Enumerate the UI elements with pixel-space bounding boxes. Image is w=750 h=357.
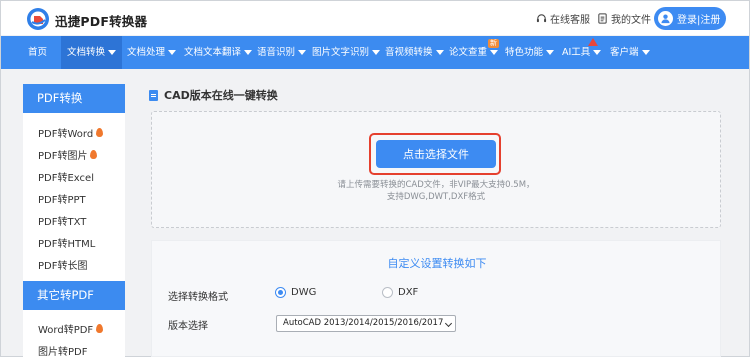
sidebar-item-word-to-pdf[interactable]: Word转PDF xyxy=(38,321,104,336)
version-select-value: AutoCAD 2013/2014/2015/2016/2017 xyxy=(283,318,444,328)
nav-av-convert-label: 音视频转换 xyxy=(385,47,433,58)
customer-service-label: 在线客服 xyxy=(550,15,590,26)
settings-title: 自定义设置转换如下 xyxy=(387,257,487,270)
file-icon xyxy=(598,13,607,24)
sidebar-item-pdf-to-excel[interactable]: PDF转Excel xyxy=(38,169,94,184)
format-option-label: DWG xyxy=(291,287,317,298)
upload-hint-line1: 请上传需要转换的CAD文件，非VIP最大支持0.5M， xyxy=(337,180,535,190)
main-nav: 首页 文档转换 文档处理 文档文本翻译 语音识别 图片文字识别 音视频转换 论文… xyxy=(1,36,749,69)
page-title-text: CAD版本在线一键转换 xyxy=(164,89,278,102)
brand-name: 迅捷PDF转换器 xyxy=(55,14,148,29)
my-files-label: 我的文件 xyxy=(611,15,651,26)
settings-panel: 自定义设置转换如下 选择转换格式 DWG DXF 版本选择 AutoCAD 20… xyxy=(151,240,721,357)
flame-icon xyxy=(90,150,98,159)
sidebar-item-label: PDF转Word xyxy=(38,129,94,140)
format-label: 选择转换格式 xyxy=(168,292,228,303)
sidebar: PDF转换 PDF转Word PDF转图片 PDF转Excel PDF转PPT … xyxy=(23,84,125,357)
sidebar-item-label: PDF转HTML xyxy=(38,239,96,250)
login-register-button[interactable]: 登录|注册 xyxy=(654,7,726,30)
chevron-down-icon xyxy=(444,319,453,328)
nav-doc-translate-label: 文档文本翻译 xyxy=(184,47,242,58)
radio-checked-icon xyxy=(275,287,286,298)
sidebar-item-label: 图片转PDF xyxy=(38,347,88,357)
nav-home[interactable]: 首页 xyxy=(28,36,47,69)
nav-special-features[interactable]: 特色功能 xyxy=(505,36,555,69)
nav-home-label: 首页 xyxy=(28,47,48,58)
version-select[interactable]: AutoCAD 2013/2014/2015/2016/2017 xyxy=(276,315,456,332)
sidebar-item-pdf-to-ppt[interactable]: PDF转PPT xyxy=(38,191,86,206)
nav-client[interactable]: 客户端 xyxy=(610,36,650,69)
sidebar-item-pdf-to-html[interactable]: PDF转HTML xyxy=(38,235,95,250)
document-icon xyxy=(149,89,158,101)
sidebar-item-pdf-to-image[interactable]: PDF转图片 xyxy=(38,147,98,162)
user-avatar-icon xyxy=(658,11,673,26)
hot-marker-icon xyxy=(588,38,598,46)
sidebar-item-pdf-to-word[interactable]: PDF转Word xyxy=(38,125,104,140)
flame-icon xyxy=(96,324,104,333)
sidebar-item-label: PDF转PPT xyxy=(38,195,86,206)
nav-doc-process[interactable]: 文档处理 xyxy=(127,36,177,69)
sidebar-section-pdf-convert: PDF转换 xyxy=(23,84,125,113)
radio-unchecked-icon xyxy=(382,287,393,298)
customer-service-link[interactable]: 在线客服 xyxy=(536,11,590,26)
upload-hint-line2: 支持DWG,DWT,DXF格式 xyxy=(386,192,486,202)
nav-doc-convert-label: 文档转换 xyxy=(67,47,106,58)
format-radio-dwg[interactable]: DWG xyxy=(275,287,316,298)
nav-doc-process-label: 文档处理 xyxy=(127,47,166,58)
nav-av-convert[interactable]: 音视频转换 xyxy=(385,36,444,69)
sidebar-item-label: Word转PDF xyxy=(38,325,94,336)
sidebar-item-label: PDF转TXT xyxy=(38,217,87,228)
chevron-down-icon xyxy=(546,50,555,55)
sidebar-item-label: PDF转图片 xyxy=(38,151,88,162)
sidebar-section-other-to-pdf: 其它转PDF xyxy=(23,281,125,310)
my-files-link[interactable]: 我的文件 xyxy=(597,11,651,26)
nav-special-features-label: 特色功能 xyxy=(505,47,544,58)
sidebar-item-pdf-to-long-image[interactable]: PDF转长图 xyxy=(38,257,87,272)
nav-client-label: 客户端 xyxy=(610,47,639,58)
flame-icon xyxy=(96,128,104,137)
nav-speech-recognition[interactable]: 语音识别 xyxy=(257,36,307,69)
select-file-button[interactable]: 点击选择文件 xyxy=(376,140,496,168)
top-header: 迅捷PDF转换器 在线客服 我的文件 登录|注册 xyxy=(1,1,749,35)
nav-doc-convert[interactable]: 文档转换 xyxy=(61,36,123,69)
nav-image-ocr[interactable]: 图片文字识别 xyxy=(312,36,381,69)
chevron-down-icon xyxy=(298,50,307,55)
nav-doc-translate[interactable]: 文档文本翻译 xyxy=(184,36,253,69)
sidebar-item-pdf-to-txt[interactable]: PDF转TXT xyxy=(38,213,86,228)
new-badge: 新 xyxy=(488,39,499,48)
sidebar-item-label: PDF转Excel xyxy=(38,173,94,184)
chevron-down-icon xyxy=(372,50,381,55)
chevron-down-icon xyxy=(244,50,253,55)
chevron-down-icon xyxy=(490,50,499,55)
format-option-label: DXF xyxy=(398,287,419,298)
headset-icon xyxy=(536,14,547,23)
chevron-down-icon xyxy=(435,50,444,55)
app-logo xyxy=(27,8,49,30)
page-title: CAD版本在线一键转换 xyxy=(149,87,278,103)
version-label: 版本选择 xyxy=(168,321,208,332)
login-register-label: 登录|注册 xyxy=(677,15,721,26)
chevron-down-icon xyxy=(108,50,117,55)
chevron-down-icon xyxy=(641,50,650,55)
nav-image-ocr-label: 图片文字识别 xyxy=(312,47,370,58)
nav-plagiarism-check-label: 论文查重 xyxy=(449,47,488,58)
sidebar-item-label: PDF转长图 xyxy=(38,261,88,272)
chevron-down-icon xyxy=(593,50,602,55)
chevron-down-icon xyxy=(168,50,177,55)
sidebar-item-image-to-pdf[interactable]: 图片转PDF xyxy=(38,343,87,357)
nav-ai-tools-label: AI工具 xyxy=(562,47,591,58)
format-radio-dxf[interactable]: DXF xyxy=(382,287,418,298)
nav-speech-recognition-label: 语音识别 xyxy=(257,47,296,58)
